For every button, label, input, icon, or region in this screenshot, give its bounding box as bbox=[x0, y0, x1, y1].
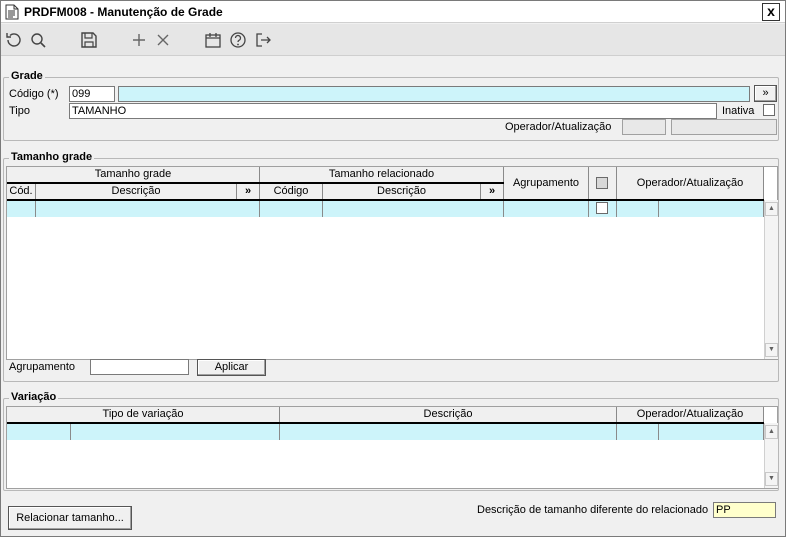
variacao-scrollbar[interactable]: ▲ ▼ bbox=[764, 423, 778, 488]
scroll-down-button[interactable]: ▼ bbox=[765, 343, 778, 357]
relacionar-tamanho-label: Relacionar tamanho... bbox=[16, 512, 124, 524]
col-select-all[interactable] bbox=[589, 167, 617, 200]
tipo-input[interactable]: TAMANHO bbox=[69, 103, 717, 119]
row-checkbox-cell[interactable] bbox=[589, 201, 617, 217]
row-operador-cell[interactable] bbox=[617, 201, 659, 217]
codigo-lookup-button[interactable]: » bbox=[754, 85, 777, 102]
row-descricao-relacionado-cell[interactable] bbox=[323, 201, 504, 217]
row-variacao-operador-cell[interactable] bbox=[617, 424, 659, 440]
col-more-2[interactable]: » bbox=[481, 184, 504, 200]
row-variacao-atualizacao-cell[interactable] bbox=[659, 424, 764, 440]
exit-icon[interactable] bbox=[252, 30, 274, 50]
save-icon[interactable] bbox=[78, 30, 100, 50]
row-checkbox[interactable] bbox=[596, 202, 608, 214]
desc-diferente-input[interactable]: PP bbox=[713, 502, 776, 518]
col-agrupamento[interactable]: Agrupamento bbox=[504, 167, 589, 200]
row-descricao-cell[interactable] bbox=[36, 201, 260, 217]
scroll-down-button[interactable]: ▼ bbox=[765, 472, 778, 486]
title-bar: PRDFM008 - Manutenção de Grade x bbox=[1, 1, 785, 23]
scroll-up-button[interactable]: ▲ bbox=[765, 202, 778, 216]
aplicar-button[interactable]: Aplicar bbox=[197, 359, 266, 376]
header-group-tamanho-grade: Tamanho grade bbox=[7, 167, 260, 183]
variacao-title: Variação bbox=[9, 391, 59, 403]
select-all-checkbox[interactable] bbox=[596, 177, 608, 189]
col-operador[interactable]: Operador/Atualização bbox=[617, 167, 764, 200]
operador-input bbox=[622, 119, 666, 135]
agrupamento-input[interactable] bbox=[90, 359, 189, 375]
desc-diferente-label: Descrição de tamanho diferente do relaci… bbox=[477, 504, 709, 516]
scroll-up-button[interactable]: ▲ bbox=[765, 425, 778, 439]
col-tipo-variacao[interactable]: Tipo de variação bbox=[7, 407, 280, 423]
delete-icon[interactable] bbox=[152, 30, 174, 50]
main-window: PRDFM008 - Manutenção de Grade x Grade C… bbox=[0, 0, 786, 537]
col-variacao-descricao[interactable]: Descrição bbox=[280, 407, 617, 423]
agrupamento-label: Agrupamento bbox=[9, 361, 76, 373]
row-tipo-cell[interactable] bbox=[7, 424, 71, 440]
inativa-label: Inativa bbox=[722, 105, 755, 117]
undo-icon[interactable] bbox=[3, 30, 25, 50]
header-separator bbox=[7, 182, 504, 184]
codigo-description-input[interactable] bbox=[118, 86, 750, 102]
tamanho-grade-title: Tamanho grade bbox=[9, 151, 95, 163]
col-descricao[interactable]: Descrição bbox=[36, 184, 237, 200]
atualizacao-input bbox=[671, 119, 777, 135]
row-cod-cell[interactable] bbox=[7, 201, 36, 217]
row-atualizacao-cell[interactable] bbox=[659, 201, 764, 217]
col-descricao-relacionado[interactable]: Descrição bbox=[323, 184, 481, 200]
row-codigo-cell[interactable] bbox=[260, 201, 323, 217]
inativa-checkbox[interactable] bbox=[763, 104, 775, 116]
document-icon bbox=[5, 4, 19, 20]
variacao-table: Tipo de variação Descrição Operador/Atua… bbox=[6, 406, 778, 489]
codigo-input[interactable]: 099 bbox=[69, 86, 115, 102]
codigo-label: Código (*) bbox=[9, 88, 59, 100]
tamanho-grade-scrollbar[interactable]: ▲ ▼ bbox=[764, 200, 778, 359]
calendar-icon[interactable] bbox=[202, 30, 224, 50]
col-variacao-operador[interactable]: Operador/Atualização bbox=[617, 407, 764, 423]
header-group-tamanho-relacionado: Tamanho relacionado bbox=[260, 167, 504, 183]
grade-group-title: Grade bbox=[9, 70, 45, 82]
col-codigo[interactable]: Código bbox=[260, 184, 323, 200]
window-title: PRDFM008 - Manutenção de Grade bbox=[24, 5, 223, 19]
tipo-label: Tipo bbox=[9, 105, 30, 117]
tamanho-grade-table: Tamanho grade Tamanho relacionado Agrupa… bbox=[6, 166, 778, 360]
row-tipo-desc-cell[interactable] bbox=[71, 424, 280, 440]
col-cod[interactable]: Cód. bbox=[7, 184, 36, 200]
toolbar bbox=[1, 24, 785, 56]
tamanho-grade-group: Tamanho grade Tamanho grade Tamanho rela… bbox=[3, 151, 779, 382]
row-variacao-descricao-cell[interactable] bbox=[280, 424, 617, 440]
operador-label: Operador/Atualização bbox=[505, 121, 612, 133]
row-agrupamento-cell[interactable] bbox=[504, 201, 589, 217]
variacao-group: Variação Tipo de variação Descrição Oper… bbox=[3, 391, 779, 491]
search-icon[interactable] bbox=[28, 30, 50, 50]
help-icon[interactable] bbox=[227, 30, 249, 50]
col-more-1[interactable]: » bbox=[237, 184, 260, 200]
relacionar-tamanho-button[interactable]: Relacionar tamanho... bbox=[8, 506, 132, 530]
close-button[interactable]: x bbox=[762, 3, 780, 21]
add-icon[interactable] bbox=[128, 30, 150, 50]
grade-group: Grade Código (*) 099 » Tipo TAMANHO Inat… bbox=[3, 70, 779, 141]
